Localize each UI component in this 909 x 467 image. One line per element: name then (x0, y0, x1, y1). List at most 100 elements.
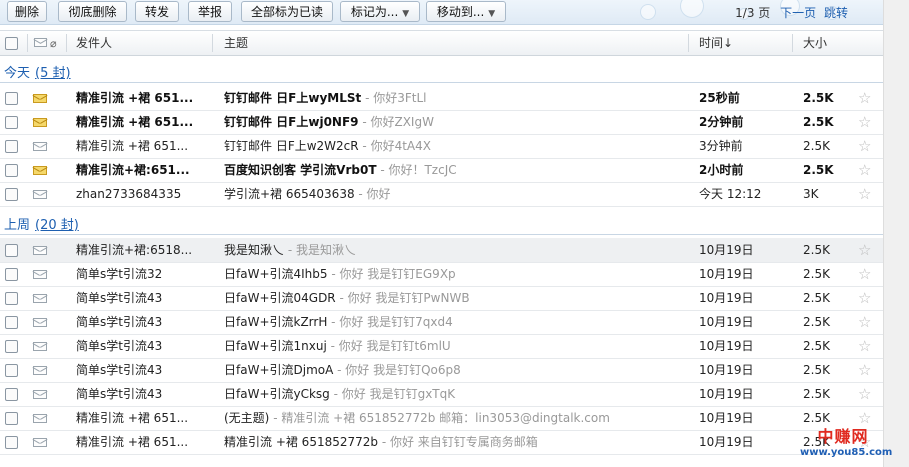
message-row[interactable]: 简单s学t引流43 日faW+引流yCksg - 你好 我是钉钉gxTqK 10月1… (0, 382, 883, 407)
subject-preview: - 你好 来自钉钉专属商务邮箱 (378, 435, 538, 449)
message-row[interactable]: 简单s学t引流43 日faW+引流kZrrH - 你好 我是钉钉7qxd4 10月1… (0, 310, 883, 335)
group-divider (0, 82, 883, 83)
message-sender: 精准引流 +裙 651... (76, 435, 189, 449)
mark-as-dropdown[interactable]: 标记为... ▼ (340, 1, 420, 22)
message-sender: 简单s学t引流43 (76, 339, 163, 353)
message-time: 10月19日 (699, 339, 754, 353)
star-icon[interactable]: ☆ (858, 358, 876, 382)
subject-text: 学引流+裙 665403638 (224, 187, 355, 201)
next-page-link[interactable]: 下一页 (780, 6, 816, 20)
message-row[interactable]: 简单s学t引流43 日faW+引流1nxuj - 你好 我是钉钉t6mlU 10月1… (0, 334, 883, 359)
message-row[interactable]: 精准引流 +裙 651... 钉钉邮件 日F上w2W2cR - 你好4tA4X 3分… (0, 134, 883, 159)
jump-link[interactable]: 跳转 (824, 6, 848, 20)
watermark-name: 中赚网 (817, 427, 869, 446)
message-subject[interactable]: 日faW+引流yCksg - 你好 我是钉钉gxTqK (224, 382, 684, 406)
star-icon[interactable]: ☆ (858, 134, 876, 158)
message-subject[interactable]: (无主题) - 精准引流 +裙 651852772b 邮箱：lin3053@di… (224, 406, 684, 430)
message-time: 3分钟前 (699, 139, 743, 153)
group-count-link[interactable]: (20 封) (35, 218, 79, 233)
row-checkbox[interactable] (5, 268, 18, 281)
page-count: 1/3 页 (735, 6, 771, 20)
message-subject[interactable]: 日faW+引流1nxuj - 你好 我是钉钉t6mlU (224, 334, 684, 358)
message-row[interactable]: 简单s学t引流43 日faW+引流04GDR - 你好 我是钉钉PwNWB 10月1… (0, 286, 883, 311)
group-header: 今天 (5 封) (4, 62, 71, 81)
message-row[interactable]: 简单s学t引流32 日faW+引流4Ihb5 - 你好 我是钉钉EG9Xp 10月1… (0, 262, 883, 287)
group-count-link[interactable]: (5 封) (35, 66, 71, 81)
message-row[interactable]: 精准引流 +裙 651... (无主题) - 精准引流 +裙 651852772b… (0, 406, 883, 431)
message-subject[interactable]: 日faW+引流DjmoA - 你好 我是钉钉Qo6p8 (224, 358, 684, 382)
message-row[interactable]: 精准引流 +裙 651... 精准引流 +裙 651852772b - 你好 来自… (0, 430, 883, 455)
message-size: 2.5K (803, 339, 830, 353)
message-subject[interactable]: 钉钉邮件 日F上w2W2cR - 你好4tA4X (224, 134, 684, 158)
message-subject[interactable]: 钉钉邮件 日F上wyMLSt - 你好3FtLl (224, 86, 684, 110)
message-subject[interactable]: 学引流+裙 665403638 - 你好 (224, 182, 684, 206)
star-icon[interactable]: ☆ (858, 382, 876, 406)
mark-all-read-button[interactable]: 全部标为已读 (241, 1, 333, 22)
star-icon[interactable]: ☆ (858, 182, 876, 206)
group-header: 上周 (20 封) (4, 214, 79, 233)
permanent-delete-button[interactable]: 彻底删除 (58, 1, 127, 22)
delete-button[interactable]: 删除 (7, 1, 47, 22)
message-subject[interactable]: 精准引流 +裙 651852772b - 你好 来自钉钉专属商务邮箱 (224, 430, 684, 454)
column-size[interactable]: 大小 (803, 31, 827, 55)
message-sender: 精准引流 +裙 651... (76, 115, 194, 129)
message-row[interactable]: 精准引流 +裙 651... 钉钉邮件 日F上wj0NF9 - 你好ZXIgW 2分… (0, 110, 883, 135)
star-icon[interactable]: ☆ (858, 238, 876, 262)
row-checkbox[interactable] (5, 436, 18, 449)
row-checkbox[interactable] (5, 244, 18, 257)
message-subject[interactable]: 百度知识创客 学引流Vrb0T - 你好！TzcJC (224, 158, 684, 182)
watermark-logo: 中赚网 www.you85.com (800, 427, 892, 464)
row-checkbox[interactable] (5, 364, 18, 377)
read-envelope-icon (33, 246, 47, 255)
unread-envelope-icon (33, 118, 47, 127)
row-checkbox[interactable] (5, 164, 18, 177)
group-label: 上周 (4, 218, 31, 233)
column-subject[interactable]: 主题 (224, 31, 248, 55)
subject-preview: - 你好 我是钉钉t6mlU (326, 339, 451, 353)
move-to-dropdown[interactable]: 移动到... ▼ (426, 1, 506, 22)
read-envelope-icon (33, 190, 47, 199)
column-sender[interactable]: 发件人 (76, 31, 112, 55)
star-icon[interactable]: ☆ (858, 158, 876, 182)
message-row[interactable]: 精准引流+裙:6518... 我是知湫乀 - 我是知湫乀 10月19日 2.5K ☆ (0, 238, 883, 263)
message-sender: 精准引流 +裙 651... (76, 139, 189, 153)
star-icon[interactable]: ☆ (858, 86, 876, 110)
message-subject[interactable]: 日faW+引流4Ihb5 - 你好 我是钉钉EG9Xp (224, 262, 684, 286)
row-checkbox[interactable] (5, 188, 18, 201)
subject-text: 日faW+引流DjmoA (224, 363, 334, 377)
subject-text: 钉钉邮件 日F上wj0NF9 (224, 115, 359, 129)
scrollbar[interactable] (883, 0, 909, 467)
message-row[interactable]: 简单s学t引流43 日faW+引流DjmoA - 你好 我是钉钉Qo6p8 10月1… (0, 358, 883, 383)
message-row[interactable]: zhan2733684335 学引流+裙 665403638 - 你好 今天 12:… (0, 182, 883, 207)
subject-preview: - 你好 我是钉钉PwNWB (335, 291, 470, 305)
row-checkbox[interactable] (5, 92, 18, 105)
row-checkbox[interactable] (5, 316, 18, 329)
select-all-checkbox[interactable] (5, 37, 18, 50)
star-icon[interactable]: ☆ (858, 110, 876, 134)
row-checkbox[interactable] (5, 388, 18, 401)
star-icon[interactable]: ☆ (858, 286, 876, 310)
row-checkbox[interactable] (5, 116, 18, 129)
read-envelope-icon (33, 438, 47, 447)
message-subject[interactable]: 我是知湫乀 - 我是知湫乀 (224, 238, 684, 262)
read-envelope-icon (33, 294, 47, 303)
star-icon[interactable]: ☆ (858, 310, 876, 334)
read-envelope-icon (33, 390, 47, 399)
column-time[interactable]: 时间↓ (699, 31, 733, 55)
message-sender: 简单s学t引流32 (76, 267, 163, 281)
star-icon[interactable]: ☆ (858, 262, 876, 286)
row-checkbox[interactable] (5, 340, 18, 353)
star-icon[interactable]: ☆ (858, 334, 876, 358)
message-row[interactable]: 精准引流 +裙 651... 钉钉邮件 日F上wyMLSt - 你好3FtLl 25… (0, 86, 883, 111)
report-button[interactable]: 举报 (188, 1, 232, 22)
message-subject[interactable]: 日faW+引流04GDR - 你好 我是钉钉PwNWB (224, 286, 684, 310)
forward-button[interactable]: 转发 (135, 1, 179, 22)
message-time: 10月19日 (699, 267, 754, 281)
message-row[interactable]: 精准引流+裙:651... 百度知识创客 学引流Vrb0T - 你好！TzcJC 2… (0, 158, 883, 183)
row-checkbox[interactable] (5, 412, 18, 425)
row-checkbox[interactable] (5, 292, 18, 305)
message-subject[interactable]: 钉钉邮件 日F上wj0NF9 - 你好ZXIgW (224, 110, 684, 134)
message-subject[interactable]: 日faW+引流kZrrH - 你好 我是钉钉7qxd4 (224, 310, 684, 334)
message-size: 3K (803, 187, 819, 201)
row-checkbox[interactable] (5, 140, 18, 153)
